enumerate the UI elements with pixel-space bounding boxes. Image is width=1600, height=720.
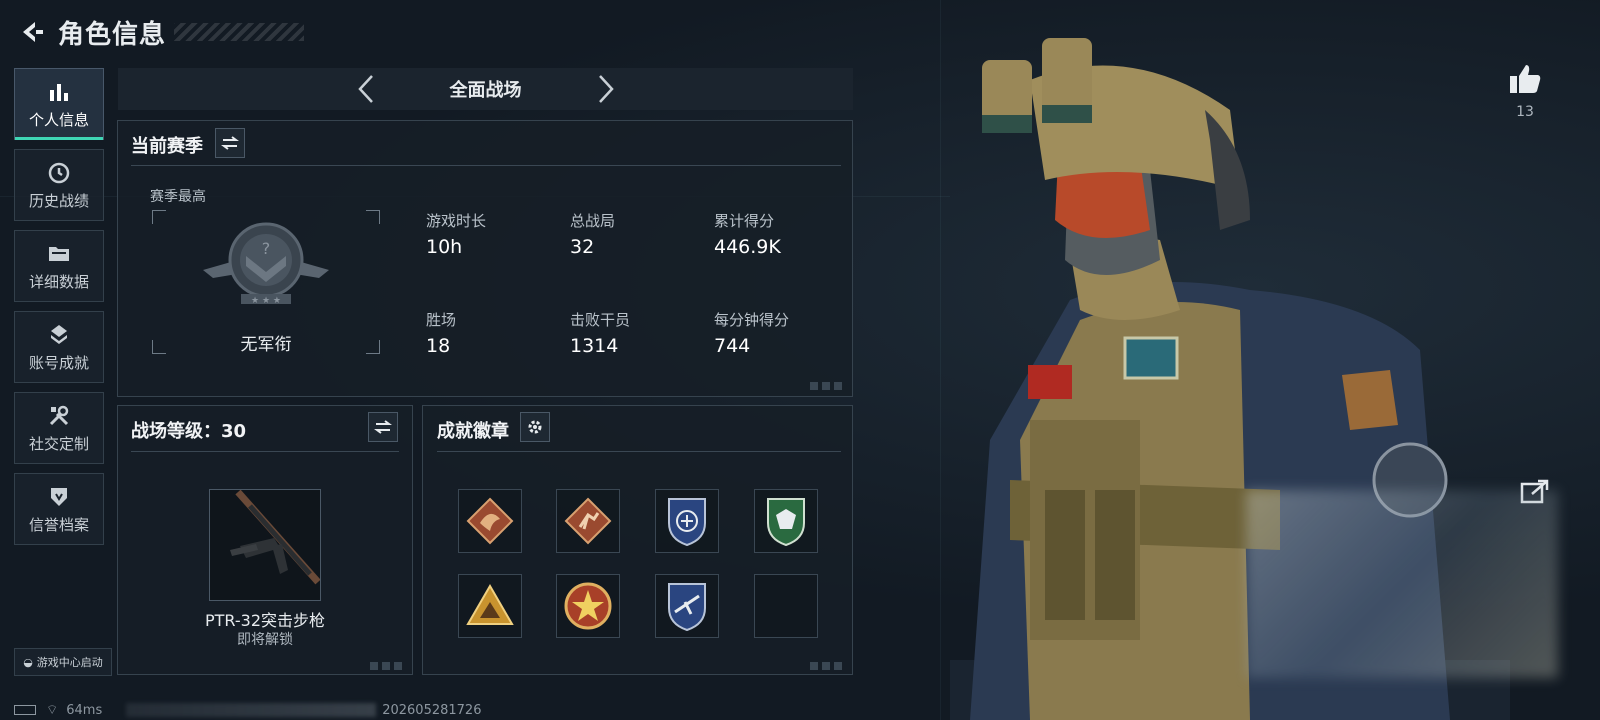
page-header: 角色信息: [14, 12, 305, 52]
mode-selector: 全面战场: [118, 68, 853, 110]
sidebar-item-personal-info[interactable]: 个人信息: [14, 68, 104, 140]
panel-decoration: [370, 662, 406, 670]
redacted-panel: [1246, 490, 1558, 678]
sidebar-item-label: 详细数据: [28, 272, 89, 291]
badge-slot[interactable]: [458, 489, 522, 553]
badge-slot[interactable]: [655, 574, 719, 638]
prev-mode-button[interactable]: [346, 69, 386, 109]
status-bar: ⌔ 64ms 202605281726: [14, 700, 481, 720]
like-button[interactable]: [1508, 62, 1542, 96]
season-title: 当前赛季: [131, 136, 203, 157]
stat-value: 446.9K: [714, 236, 781, 258]
sidebar-item-label: 社交定制: [28, 434, 89, 453]
credit-icon: [46, 484, 72, 510]
rifle-icon: [230, 489, 321, 585]
rank-name: 无军衔: [240, 335, 292, 355]
build-id: 202605281726: [382, 702, 482, 718]
folder-icon: [46, 241, 72, 267]
thumbs-up-icon: [1510, 65, 1541, 93]
badges-settings-button[interactable]: [520, 412, 550, 442]
swap-icon: [374, 420, 392, 434]
badge-slot[interactable]: [458, 574, 522, 638]
title-decoration: [174, 23, 305, 41]
chevron-left-icon: [357, 75, 373, 103]
badges-title: 成就徽章: [437, 421, 509, 442]
badge-slot-empty[interactable]: [754, 574, 818, 638]
season-switch-button[interactable]: [215, 128, 245, 158]
stat-value: 18: [426, 335, 451, 357]
sidebar: 个人信息 历史战绩 详细数据 账号成就 社交定制 信誉档案: [14, 68, 106, 554]
stat-value: 10h: [426, 236, 463, 258]
sidebar-item-history[interactable]: 历史战绩: [14, 149, 104, 221]
next-mode-button[interactable]: [586, 69, 626, 109]
sidebar-item-social[interactable]: 社交定制: [14, 392, 104, 464]
ping-value: 64ms: [66, 702, 103, 718]
launch-label: 游戏中心启动: [36, 656, 103, 669]
stat-value: 32: [570, 236, 595, 258]
svg-text:?: ?: [262, 239, 271, 258]
weapon-status: 即将解锁: [237, 632, 293, 648]
battle-level-switch-button[interactable]: [368, 412, 398, 442]
chevron-right-icon: [598, 75, 614, 103]
weapon-image[interactable]: [209, 489, 321, 601]
sidebar-item-credit[interactable]: 信誉档案: [14, 473, 104, 545]
sidebar-item-label: 信誉档案: [28, 515, 89, 534]
battle-level-title: 战场等级：30: [131, 421, 247, 442]
back-button[interactable]: [14, 15, 48, 49]
shield-blue-badge-icon: [668, 498, 706, 547]
sidebar-item-details[interactable]: 详细数据: [14, 230, 104, 302]
triangle-badge-icon: [466, 584, 514, 625]
rank-emblem-icon: ? ★ ★ ★: [203, 222, 329, 306]
page-title: 角色信息: [58, 19, 167, 50]
badge-slot[interactable]: [556, 489, 620, 553]
sidebar-item-achievements[interactable]: 账号成就: [14, 311, 104, 383]
back-arrow-icon: [23, 22, 43, 42]
sidebar-item-label: 个人信息: [28, 110, 89, 129]
stat-value: 744: [714, 335, 751, 357]
like-count: 13: [1516, 104, 1534, 120]
stat-value: 1314: [570, 335, 619, 357]
divider: [437, 451, 841, 452]
stat-label: 每分钟得分: [714, 311, 790, 329]
swap-icon: [221, 136, 239, 150]
divider: [131, 451, 399, 452]
badge-slot[interactable]: [655, 489, 719, 553]
history-icon: [46, 160, 72, 186]
runner-badge-icon: [564, 497, 612, 545]
gear-icon: [528, 420, 542, 434]
badge-slot[interactable]: [556, 574, 620, 638]
stat-label: 胜场: [426, 311, 457, 329]
weapon-name: PTR-32突击步枪: [204, 611, 326, 630]
stat-label: 总战局: [570, 212, 616, 230]
bar-chart-icon: [46, 79, 72, 105]
bg-gridline: [940, 0, 941, 720]
svg-text:★ ★ ★: ★ ★ ★: [251, 296, 281, 306]
stat-label: 累计得分: [714, 212, 775, 230]
sidebar-item-label: 账号成就: [28, 353, 89, 372]
game-center-icon: ◒: [23, 655, 33, 669]
achievement-icon: [46, 322, 72, 348]
panel-decoration: [810, 382, 846, 390]
sidebar-item-label: 历史战绩: [28, 191, 89, 210]
wifi-icon: ⌔: [46, 703, 59, 718]
badge-slot[interactable]: [754, 489, 818, 553]
battery-icon: [14, 705, 36, 715]
tools-icon: [46, 403, 72, 429]
stat-label: 游戏时长: [426, 212, 487, 230]
shield-plane-badge-icon: [668, 583, 706, 632]
mode-title: 全面战场: [449, 80, 522, 101]
divider: [131, 165, 841, 166]
dragon-badge-icon: [466, 497, 514, 545]
redacted-info: [126, 703, 377, 717]
stat-label: 击败干员: [570, 311, 631, 329]
panel-decoration: [810, 662, 846, 670]
star-badge-icon: [564, 582, 612, 630]
game-center-launch-button[interactable]: ◒ 游戏中心启动: [14, 648, 112, 676]
season-best-label: 赛季最高: [150, 189, 206, 205]
shield-green-badge-icon: [767, 498, 805, 547]
